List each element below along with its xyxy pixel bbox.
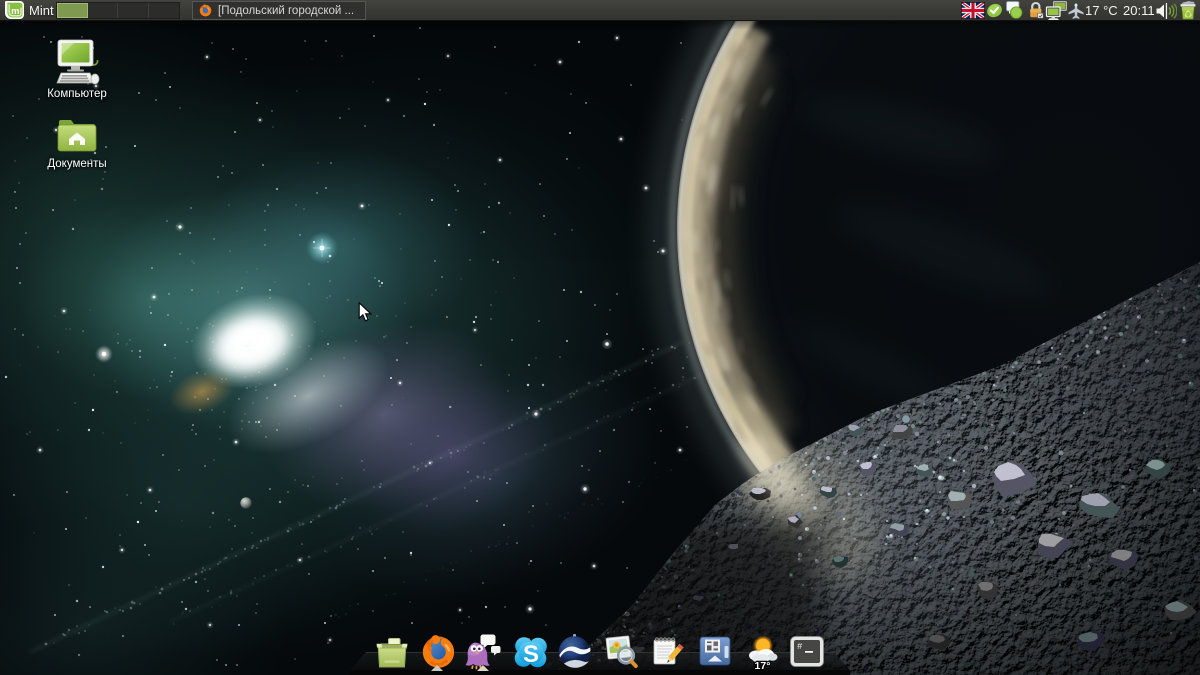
svg-text:17°: 17° <box>755 660 771 672</box>
svg-text:S: S <box>523 641 539 668</box>
svg-text:#: # <box>797 642 803 652</box>
svg-text:m: m <box>11 6 19 17</box>
